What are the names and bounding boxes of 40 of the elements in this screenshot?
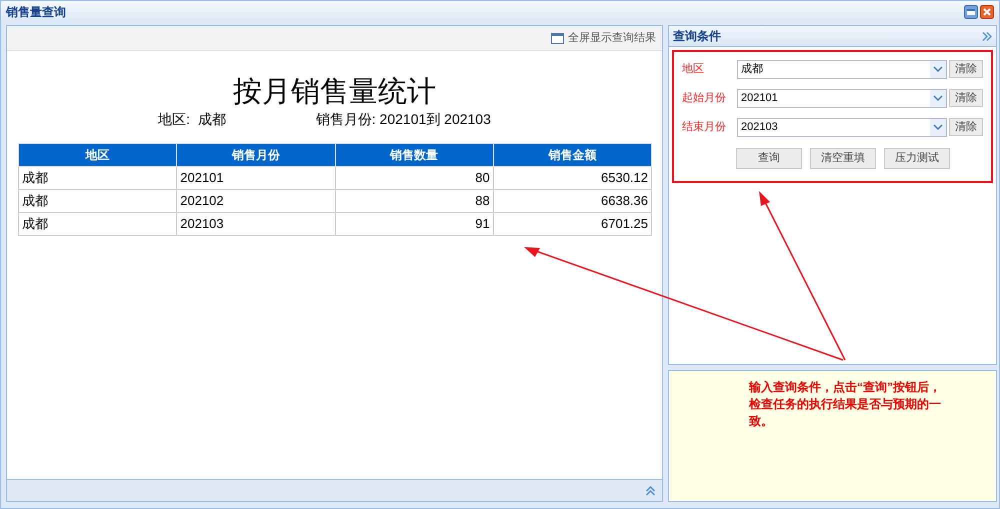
restore-icon[interactable]: [964, 5, 978, 19]
table-cell: 202101: [176, 166, 335, 190]
column-header: 销售数量: [335, 144, 494, 166]
table-cell: 6530.12: [493, 166, 652, 190]
table-cell: 202103: [176, 212, 335, 236]
clear-button[interactable]: 清除: [949, 60, 983, 78]
table-cell: 91: [335, 212, 494, 236]
field-label: 地区: [682, 62, 705, 77]
region-label: 地区: 成都: [158, 110, 226, 129]
table-cell: 成都: [18, 166, 177, 190]
action-button[interactable]: 清空重填: [810, 148, 876, 169]
table-cell: 202102: [176, 190, 335, 212]
column-header: 销售月份: [176, 144, 335, 166]
action-button[interactable]: 查询: [736, 148, 802, 169]
field-label: 起始月份: [682, 90, 727, 106]
expand-up-icon[interactable]: [645, 485, 656, 496]
action-button[interactable]: 压力测试: [884, 148, 950, 169]
close-icon[interactable]: [980, 5, 994, 19]
table-cell: 6701.25: [493, 212, 652, 236]
clear-button[interactable]: 清除: [949, 118, 983, 136]
window-title: 销售量查询: [6, 4, 66, 21]
clear-button[interactable]: 清除: [949, 89, 983, 107]
table-cell: 80: [335, 166, 494, 190]
column-header: 销售金额: [493, 144, 652, 166]
dropdown-field[interactable]: 202101: [737, 88, 947, 108]
dropdown-field[interactable]: 成都: [737, 60, 947, 78]
table-cell: 成都: [18, 212, 177, 236]
table-cell: 88: [335, 190, 494, 212]
fullscreen-button[interactable]: 全屏显示查询结果: [551, 30, 656, 46]
collapse-icon[interactable]: [981, 30, 992, 42]
instruction-note: 输入查询条件，点击“查询”按钮后，检查任务的执行结果是否与预期的一致。: [749, 379, 942, 430]
report-title: 按月销售量统计: [232, 75, 437, 109]
dropdown-field[interactable]: 202103: [737, 118, 947, 136]
window-icon: [551, 32, 564, 44]
panel-title: 查询条件: [673, 28, 721, 45]
column-header: 地区: [18, 144, 177, 166]
month-label: 销售月份: 202101到 202103: [316, 110, 491, 129]
table-cell: 6638.36: [493, 190, 652, 212]
table-cell: 成都: [18, 190, 177, 212]
field-label: 结束月份: [682, 120, 727, 135]
